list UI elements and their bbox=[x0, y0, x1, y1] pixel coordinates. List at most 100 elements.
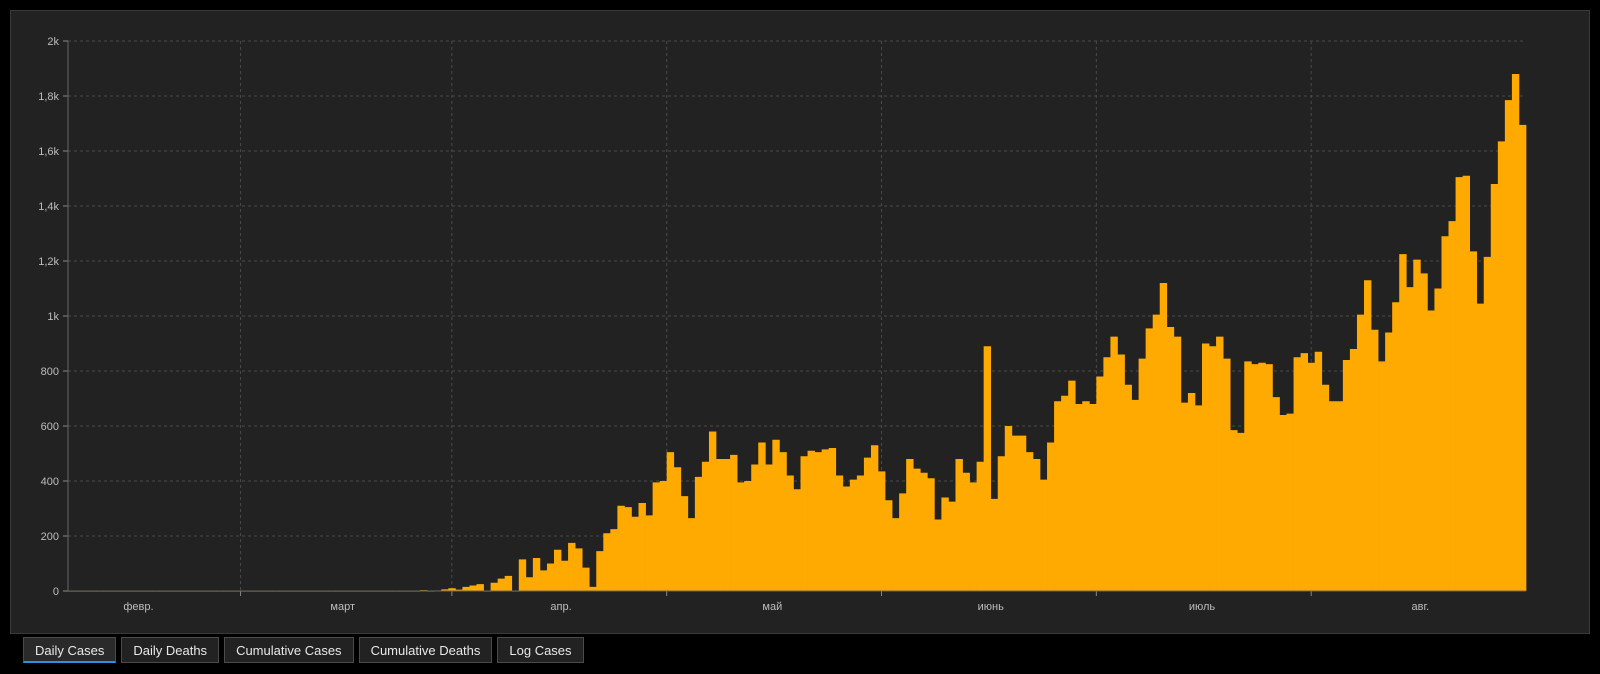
bar[interactable] bbox=[1448, 221, 1456, 592]
bar[interactable] bbox=[1202, 343, 1210, 592]
bar[interactable] bbox=[1371, 329, 1379, 591]
bar[interactable] bbox=[948, 501, 956, 592]
bar[interactable] bbox=[821, 449, 830, 592]
bar[interactable] bbox=[666, 452, 675, 592]
bar[interactable] bbox=[504, 575, 513, 592]
bar[interactable] bbox=[525, 577, 534, 591]
bar[interactable] bbox=[1223, 358, 1231, 592]
bar[interactable] bbox=[617, 505, 625, 591]
bar[interactable] bbox=[814, 452, 822, 592]
bar[interactable] bbox=[793, 489, 801, 591]
bar[interactable] bbox=[716, 459, 724, 591]
bar[interactable] bbox=[1131, 399, 1139, 592]
bar[interactable] bbox=[1230, 430, 1238, 592]
bar[interactable] bbox=[1293, 357, 1301, 591]
bar[interactable] bbox=[976, 461, 984, 591]
bar[interactable] bbox=[1209, 346, 1217, 591]
bar[interactable] bbox=[462, 586, 470, 592]
bar[interactable] bbox=[1469, 251, 1478, 592]
bar[interactable] bbox=[1237, 432, 1245, 592]
bar[interactable] bbox=[1173, 336, 1182, 592]
bar[interactable] bbox=[1159, 283, 1168, 591]
bar[interactable] bbox=[969, 482, 977, 592]
bar[interactable] bbox=[1110, 336, 1118, 592]
bar[interactable] bbox=[554, 549, 562, 591]
bar[interactable] bbox=[997, 456, 1006, 591]
bar[interactable] bbox=[1166, 327, 1175, 591]
bar[interactable] bbox=[807, 450, 815, 591]
bar[interactable] bbox=[518, 559, 527, 592]
bar[interactable] bbox=[1378, 361, 1386, 592]
bar[interactable] bbox=[1335, 401, 1344, 591]
tab-daily-cases[interactable]: Daily Cases bbox=[23, 637, 117, 663]
bar[interactable] bbox=[638, 503, 646, 591]
bar[interactable] bbox=[575, 548, 583, 592]
bar[interactable] bbox=[645, 515, 653, 592]
bar[interactable] bbox=[476, 584, 484, 592]
tab-cumulative-deaths[interactable]: Cumulative Deaths bbox=[358, 637, 493, 663]
bar[interactable] bbox=[920, 472, 928, 591]
bar[interactable] bbox=[1145, 328, 1154, 592]
bar[interactable] bbox=[1082, 401, 1090, 591]
bar[interactable] bbox=[1434, 288, 1442, 592]
bar[interactable] bbox=[1244, 361, 1252, 592]
bar[interactable] bbox=[1321, 384, 1330, 591]
bar[interactable] bbox=[849, 479, 858, 592]
bar[interactable] bbox=[1462, 175, 1470, 591]
bar[interactable] bbox=[1194, 405, 1203, 592]
bar[interactable] bbox=[856, 475, 865, 592]
bar[interactable] bbox=[786, 475, 794, 592]
bar[interactable] bbox=[1427, 310, 1435, 592]
bar[interactable] bbox=[1216, 336, 1224, 592]
bar[interactable] bbox=[1117, 354, 1125, 592]
bar[interactable] bbox=[1490, 184, 1499, 591]
bar[interactable] bbox=[730, 454, 738, 592]
bar[interactable] bbox=[1497, 141, 1506, 592]
bar[interactable] bbox=[1040, 479, 1048, 592]
bar[interactable] bbox=[1089, 404, 1097, 591]
bar[interactable] bbox=[1011, 435, 1020, 592]
bar[interactable] bbox=[1068, 380, 1076, 592]
bar[interactable] bbox=[568, 542, 576, 592]
bar[interactable] bbox=[1258, 362, 1266, 591]
bar[interactable] bbox=[1356, 314, 1365, 591]
bar[interactable] bbox=[1138, 358, 1146, 592]
bar[interactable] bbox=[1075, 404, 1083, 591]
bar[interactable] bbox=[1265, 364, 1273, 592]
bar[interactable] bbox=[779, 452, 787, 592]
bar[interactable] bbox=[1018, 435, 1027, 592]
bar[interactable] bbox=[990, 498, 999, 592]
bar[interactable] bbox=[652, 482, 660, 592]
bar[interactable] bbox=[1152, 314, 1161, 591]
bar[interactable] bbox=[870, 445, 879, 591]
bar[interactable] bbox=[1328, 401, 1337, 591]
bar[interactable] bbox=[1300, 353, 1308, 592]
bar[interactable] bbox=[673, 467, 682, 591]
bar[interactable] bbox=[913, 468, 921, 592]
bar[interactable] bbox=[1004, 426, 1013, 591]
bar[interactable] bbox=[659, 481, 668, 591]
bar[interactable] bbox=[701, 461, 710, 591]
bar[interactable] bbox=[1518, 124, 1527, 592]
tab-log-cases[interactable]: Log Cases bbox=[497, 637, 584, 663]
bar[interactable] bbox=[1047, 442, 1055, 592]
bar[interactable] bbox=[708, 431, 717, 592]
bar[interactable] bbox=[723, 459, 731, 591]
bar[interactable] bbox=[744, 481, 752, 591]
bar[interactable] bbox=[1096, 376, 1104, 592]
bar[interactable] bbox=[603, 533, 611, 591]
tab-cumulative-cases[interactable]: Cumulative Cases bbox=[224, 637, 354, 663]
bar[interactable] bbox=[1441, 236, 1449, 591]
bar[interactable] bbox=[941, 497, 949, 592]
bar[interactable] bbox=[631, 516, 639, 591]
bar[interactable] bbox=[1483, 256, 1492, 592]
bar[interactable] bbox=[1349, 349, 1358, 591]
bar[interactable] bbox=[892, 518, 900, 592]
bar[interactable] bbox=[765, 464, 773, 592]
bar[interactable] bbox=[546, 563, 555, 592]
bar[interactable] bbox=[1054, 401, 1062, 591]
bar[interactable] bbox=[927, 478, 935, 591]
bar[interactable] bbox=[1103, 357, 1111, 591]
bar[interactable] bbox=[1364, 280, 1372, 591]
bar[interactable] bbox=[1286, 413, 1294, 592]
